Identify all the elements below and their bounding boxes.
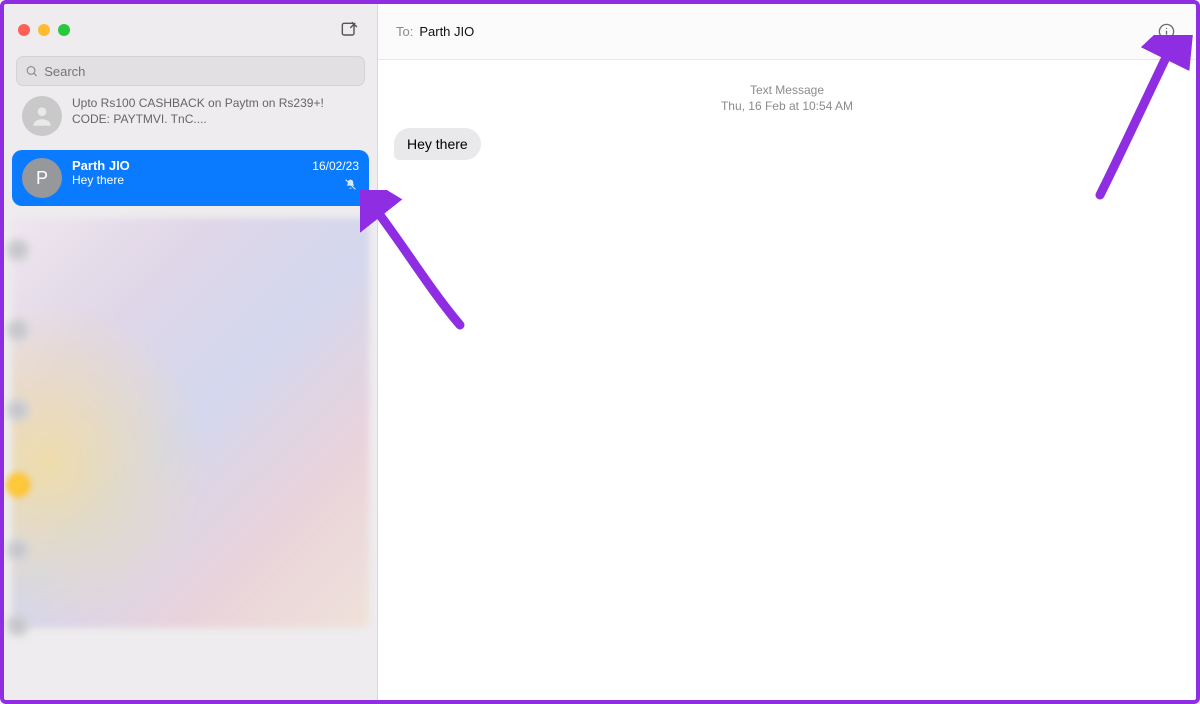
search-input[interactable] bbox=[16, 56, 365, 86]
details-button[interactable] bbox=[1154, 20, 1178, 44]
person-icon bbox=[29, 103, 55, 129]
search-field[interactable] bbox=[44, 64, 356, 79]
to-label: To: bbox=[396, 24, 413, 39]
incoming-message-bubble: Hey there bbox=[394, 128, 481, 160]
avatar: P bbox=[22, 158, 62, 198]
minimize-button[interactable] bbox=[38, 24, 50, 36]
conversation-header: To: Parth JIO bbox=[378, 4, 1196, 60]
conversation-list[interactable]: Upto Rs100 CASHBACK on Paytm on Rs239+! … bbox=[4, 96, 377, 700]
sidebar: Upto Rs100 CASHBACK on Paytm on Rs239+! … bbox=[4, 4, 378, 700]
conversation-date: 16/02/23 bbox=[312, 159, 359, 173]
bell-slash-icon bbox=[344, 178, 357, 196]
conversation-preview: Upto Rs100 CASHBACK on Paytm on Rs239+! … bbox=[72, 96, 359, 127]
timestamp-header: Text Message Thu, 16 Feb at 10:54 AM bbox=[394, 82, 1180, 114]
conversation-preview: Hey there bbox=[72, 173, 359, 189]
info-icon bbox=[1157, 22, 1176, 41]
search-icon bbox=[25, 64, 38, 78]
zoom-button[interactable] bbox=[58, 24, 70, 36]
recipient-name: Parth JIO bbox=[419, 24, 474, 39]
conversation-item-selected[interactable]: P Parth JIO 16/02/23 Hey there bbox=[12, 150, 369, 206]
close-button[interactable] bbox=[18, 24, 30, 36]
message-thread[interactable]: Text Message Thu, 16 Feb at 10:54 AM Hey… bbox=[378, 60, 1196, 700]
messages-window: Upto Rs100 CASHBACK on Paytm on Rs239+! … bbox=[4, 4, 1196, 700]
titlebar bbox=[4, 4, 377, 56]
traffic-lights bbox=[18, 24, 70, 36]
compose-icon bbox=[339, 20, 359, 40]
conversation-item[interactable]: Upto Rs100 CASHBACK on Paytm on Rs239+! … bbox=[12, 96, 369, 144]
conversation-pane: To: Parth JIO Text Message Thu, 16 Feb a… bbox=[378, 4, 1196, 700]
compose-button[interactable] bbox=[335, 16, 363, 44]
redacted-conversations bbox=[12, 218, 369, 628]
conversation-name: Parth JIO bbox=[72, 158, 130, 173]
avatar bbox=[22, 96, 62, 136]
